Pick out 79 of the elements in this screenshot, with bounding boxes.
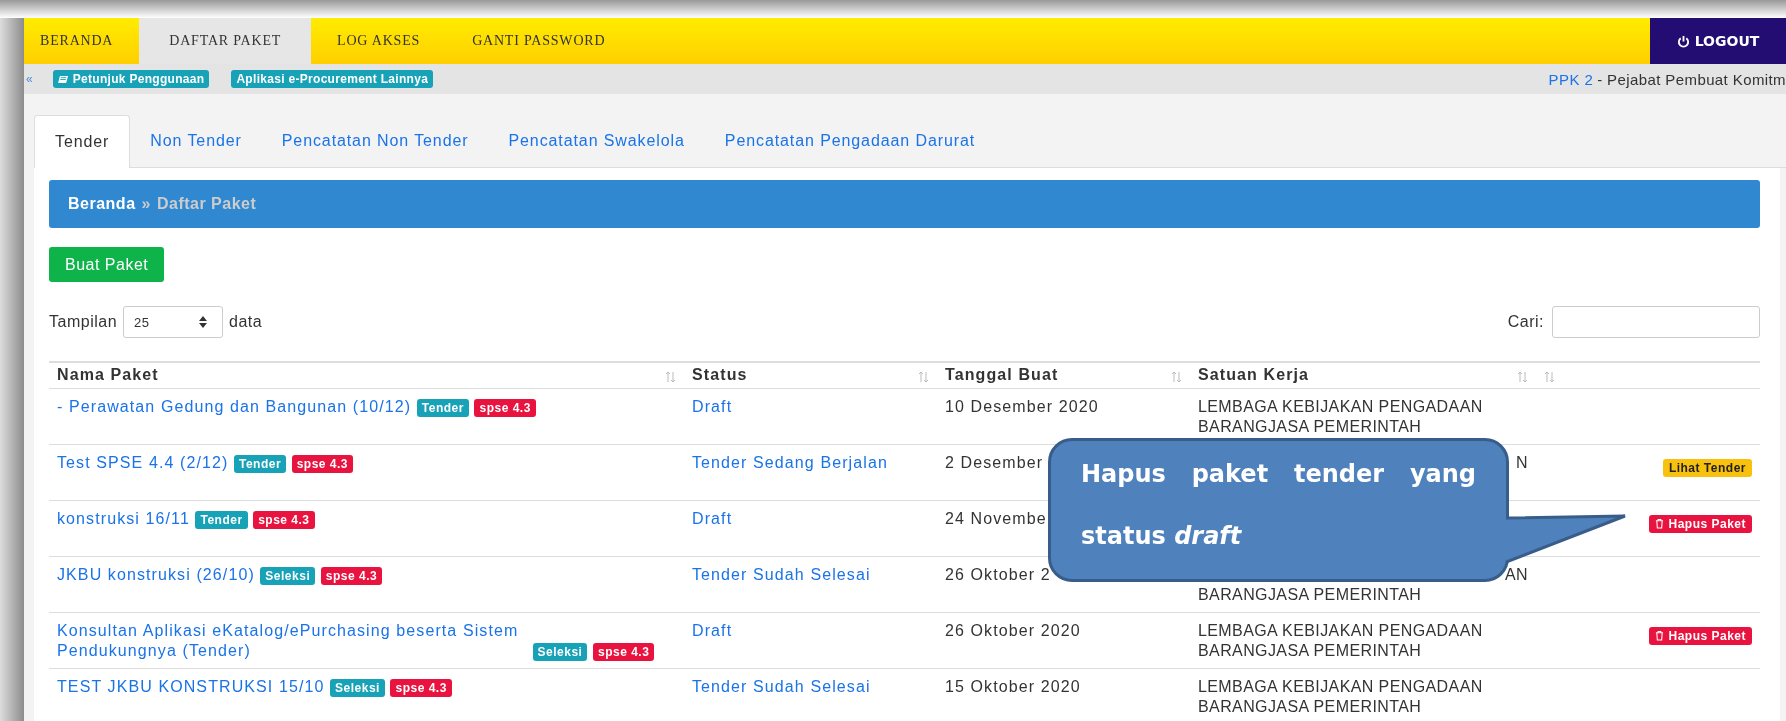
length-label: Tampilan: [49, 313, 118, 331]
package-link[interactable]: TEST JKBU KONSTRUKSI 15/10: [57, 676, 325, 697]
up-down-arrows-icon: [198, 315, 209, 329]
version-tag: spse 4.3: [253, 510, 315, 529]
sort-icon[interactable]: [665, 371, 676, 383]
column-header[interactable]: Satuan Kerja: [1198, 366, 1309, 384]
power-icon: [1676, 34, 1690, 48]
sort-icon[interactable]: [1171, 371, 1182, 383]
search-label: Cari:: [1507, 313, 1544, 331]
search-field[interactable]: [1552, 306, 1760, 338]
nav-tab[interactable]: LOG AKSES: [311, 18, 447, 64]
package-link[interactable]: Test SPSE 4.4 (2/12): [57, 452, 229, 473]
date-text: 2 Desember: [945, 453, 1044, 471]
unit-text: BARANGJASA PEMERINTAH: [1198, 417, 1422, 435]
unit-text: N: [1516, 453, 1528, 471]
collapse-toggle[interactable]: «: [26, 72, 33, 86]
tab[interactable]: Tender: [34, 115, 131, 168]
create-button[interactable]: Buat Paket: [49, 247, 165, 282]
tab[interactable]: Non Tender: [130, 115, 262, 167]
package-link[interactable]: - Perawatan Gedung dan Bangunan (10/12): [57, 396, 412, 417]
length-select[interactable]: 25: [123, 306, 224, 338]
role-name: - Pejabat Pembuat Komitm: [1597, 70, 1786, 88]
sort-icon[interactable]: [918, 371, 929, 383]
nav-tab[interactable]: BERANDA: [24, 18, 140, 64]
method-tag: Tender: [416, 398, 469, 417]
method-tag: Tender: [233, 454, 287, 473]
nav-tab[interactable]: GANTI PASSWORD: [446, 18, 632, 64]
version-tag: spse 4.3: [390, 678, 452, 697]
sort-icon[interactable]: [1544, 371, 1555, 383]
version-tag: spse 4.3: [592, 642, 655, 661]
status-link[interactable]: Tender Sudah Selesai: [692, 677, 871, 695]
nav-tab[interactable]: DAFTAR PAKET: [139, 18, 312, 64]
unit-text: LEMBAGA KEBIJAKAN PENGADAAN: [1198, 621, 1483, 639]
method-tag: Seleksi: [330, 678, 385, 697]
column-header[interactable]: Nama Paket: [57, 366, 159, 384]
tab[interactable]: Pencatatan Non Tender: [261, 115, 489, 167]
logout-button[interactable]: LOGOUT: [1650, 18, 1786, 64]
method-tag: Tender: [195, 510, 248, 529]
date-text: 26 Oktober 2: [945, 565, 1051, 583]
date-text: 10 Desember 2020: [945, 397, 1099, 415]
unit-text: BARANGJASA PEMERINTAH: [1198, 641, 1422, 659]
unit-text: LEMBAGA KEBIJAKAN PENGADAAN: [1198, 397, 1483, 415]
date-text: 26 Oktober 2020: [945, 621, 1081, 639]
role-link[interactable]: PPK 2: [1548, 70, 1594, 88]
tab[interactable]: Pencatatan Pengadaan Darurat: [704, 115, 996, 167]
unit-text: BARANGJASA PEMERINTAH: [1198, 585, 1422, 603]
delete-button[interactable]: Hapus Paket: [1649, 514, 1752, 533]
view-button[interactable]: Lihat Tender: [1662, 458, 1752, 477]
breadcrumb-separator: »: [141, 195, 151, 213]
sort-icon[interactable]: [1517, 371, 1528, 383]
status-link[interactable]: Draft: [692, 509, 733, 527]
breadcrumb-link[interactable]: Beranda: [68, 195, 136, 213]
column-header[interactable]: Status: [692, 366, 748, 384]
method-tag: Seleksi: [532, 642, 588, 661]
help-link[interactable]: Petunjuk Penggunaan: [52, 70, 210, 88]
date-text: 24 Novembe: [945, 509, 1047, 527]
help-link[interactable]: Aplikasi e-Procurement Lainnya: [231, 70, 434, 88]
package-link[interactable]: konstruksi 16/11: [57, 508, 190, 529]
version-tag: spse 4.3: [474, 398, 536, 417]
status-link[interactable]: Draft: [692, 621, 733, 639]
column-header[interactable]: Tanggal Buat: [945, 366, 1059, 384]
book-icon: [57, 74, 69, 84]
delete-button[interactable]: Hapus Paket: [1649, 626, 1752, 645]
version-tag: spse 4.3: [291, 454, 353, 473]
package-link[interactable]: JKBU konstruksi (26/10): [57, 564, 255, 585]
package-link[interactable]: Konsultan Aplikasi eKatalog/ePurchasing beserta Sistem Pendukungnya (Tender): [57, 620, 527, 661]
date-text: 15 Oktober 2020: [945, 677, 1081, 695]
status-link[interactable]: Tender Sudah Selesai: [692, 565, 871, 583]
status-link[interactable]: Tender Sedang Berjalan: [692, 453, 888, 471]
method-tag: Seleksi: [260, 566, 316, 585]
length-suffix: data: [229, 313, 263, 331]
tab[interactable]: Pencatatan Swakelola: [488, 115, 705, 167]
trash-icon: [1655, 518, 1665, 529]
breadcrumb-current: Daftar Paket: [156, 195, 257, 213]
unit-text: BARANGJASA PEMERINTAH: [1198, 697, 1422, 715]
unit-text: LEMBAGA KEBIJAKAN PENGADAAN: [1198, 677, 1483, 695]
version-tag: spse 4.3: [320, 566, 383, 585]
status-link[interactable]: Draft: [692, 397, 733, 415]
trash-icon: [1655, 630, 1665, 641]
